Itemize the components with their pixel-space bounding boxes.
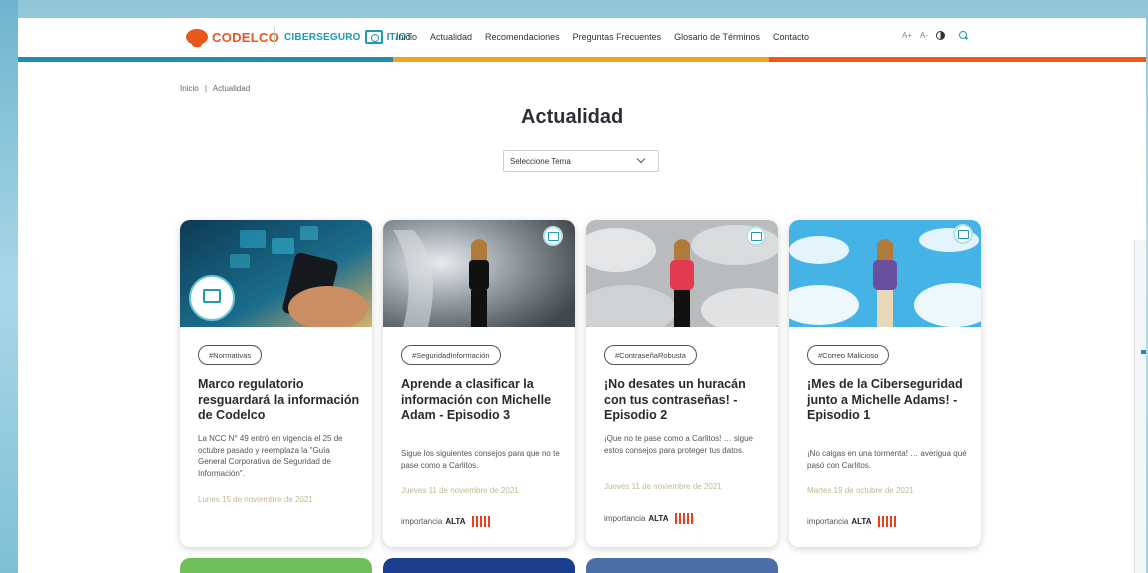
codelco-logo-text: CODELCO [212, 29, 280, 45]
card-date: Lunes 15 de noviembre de 2021 [198, 495, 313, 504]
importance-label: importancia [604, 514, 646, 523]
contrast-icon[interactable] [936, 31, 946, 40]
logo-divider [274, 27, 275, 45]
chevron-down-icon [636, 154, 646, 164]
monitor-icon [364, 30, 383, 44]
color-bar-orange [769, 57, 1146, 62]
card-image [383, 220, 575, 327]
ciberseguro-badge-icon [543, 226, 563, 246]
browser-page: CODELCO CIBERSEGURO IT/OT Inicio Actuali… [18, 18, 1146, 573]
breadcrumb-current: Actualidad [212, 84, 251, 93]
next-card-image[interactable] [180, 558, 372, 573]
card-description: ¡Que no te pase como a Carlitos! … sigue… [604, 434, 753, 455]
ciberseguro-logo[interactable]: CIBERSEGURO IT/OT [284, 30, 412, 44]
importance-bars-icon [674, 513, 693, 524]
breadcrumb-home[interactable]: Inicio [180, 84, 199, 93]
site-header: CODELCO CIBERSEGURO IT/OT Inicio Actuali… [18, 18, 1146, 58]
importance-indicator: importancia ALTA [807, 516, 896, 527]
topic-select-value: Seleccione Tema [510, 156, 571, 166]
card-title[interactable]: ¡Mes de la Ciberseguridad junto a Michel… [807, 377, 973, 424]
card-description: Sigue los siguientes consejos para que n… [401, 449, 560, 470]
card-tag[interactable]: #ContraseñaRobusta [604, 345, 697, 365]
card-title[interactable]: Marco regulatorio resguardará la informa… [198, 377, 364, 424]
news-card[interactable]: #SeguridadInformación Aprende a clasific… [383, 220, 575, 547]
brand-color-bar [18, 57, 1146, 62]
importance-level: ALTA [445, 517, 466, 526]
nav-glosario[interactable]: Glosario de Términos [674, 32, 760, 42]
importance-level: ALTA [648, 514, 669, 523]
news-card[interactable]: #Correo Malicioso ¡Mes de la Ciberseguri… [789, 220, 981, 547]
card-description: ¡No caigas en una tormenta! … averigua q… [807, 449, 967, 470]
nav-actualidad[interactable]: Actualidad [430, 32, 472, 42]
nav-recomendaciones[interactable]: Recomendaciones [485, 32, 560, 42]
nav-inicio[interactable]: Inicio [396, 32, 417, 42]
importance-label: importancia [807, 517, 849, 526]
importance-label: importancia [401, 517, 443, 526]
codelco-logo-icon [186, 29, 208, 47]
ciberseguro-badge-icon [746, 226, 766, 246]
color-bar-teal [18, 57, 393, 62]
next-card-image[interactable] [383, 558, 575, 573]
codelco-logo[interactable]: CODELCO [186, 29, 280, 47]
card-tag[interactable]: #Normativas [198, 345, 263, 365]
ciberseguro-badge-icon [953, 224, 973, 244]
news-card[interactable]: #ContraseñaRobusta ¡No desates un huracá… [586, 220, 778, 547]
accessibility-tools: A+ A- [902, 31, 968, 40]
font-decrease-button[interactable]: A- [920, 31, 928, 40]
card-description: La NCC N° 49 entró en vigencia el 25 de … [198, 434, 343, 478]
importance-indicator: importancia ALTA [401, 516, 490, 527]
card-tag[interactable]: #Correo Malicioso [807, 345, 890, 365]
nav-contacto[interactable]: Contacto [773, 32, 809, 42]
news-card[interactable]: #Normativas Marco regulatorio resguardar… [180, 220, 372, 547]
background-frame [0, 0, 18, 573]
card-date: Martes 19 de octubre de 2021 [807, 486, 914, 495]
search-icon[interactable] [959, 31, 968, 40]
breadcrumb-separator: | [204, 84, 207, 93]
importance-level: ALTA [851, 517, 872, 526]
card-image [789, 220, 981, 327]
next-card-image[interactable] [586, 558, 778, 573]
importance-bars-icon [877, 516, 896, 527]
font-increase-button[interactable]: A+ [902, 31, 912, 40]
card-image [586, 220, 778, 327]
card-title[interactable]: Aprende a clasificar la información con … [401, 377, 567, 424]
card-image [180, 220, 372, 327]
card-tag[interactable]: #SeguridadInformación [401, 345, 501, 365]
card-date: Jueves 11 de noviembre de 2021 [604, 482, 722, 491]
side-panel-fragment [1134, 240, 1146, 573]
color-bar-yellow [393, 57, 769, 62]
importance-bars-icon [471, 516, 490, 527]
card-title[interactable]: ¡No desates un huracán con tus contraseñ… [604, 377, 770, 424]
main-nav: Inicio Actualidad Recomendaciones Pregun… [396, 32, 809, 42]
topic-select[interactable]: Seleccione Tema [503, 150, 659, 172]
card-date: Jueves 11 de noviembre de 2021 [401, 486, 519, 495]
ciberseguro-logo-text: CIBERSEGURO [284, 31, 361, 43]
page-title: Actualidad [521, 106, 624, 128]
nav-preguntas-frecuentes[interactable]: Preguntas Frecuentes [573, 32, 662, 42]
importance-indicator: importancia ALTA [604, 513, 693, 524]
breadcrumb: Inicio | Actualidad [180, 84, 250, 93]
